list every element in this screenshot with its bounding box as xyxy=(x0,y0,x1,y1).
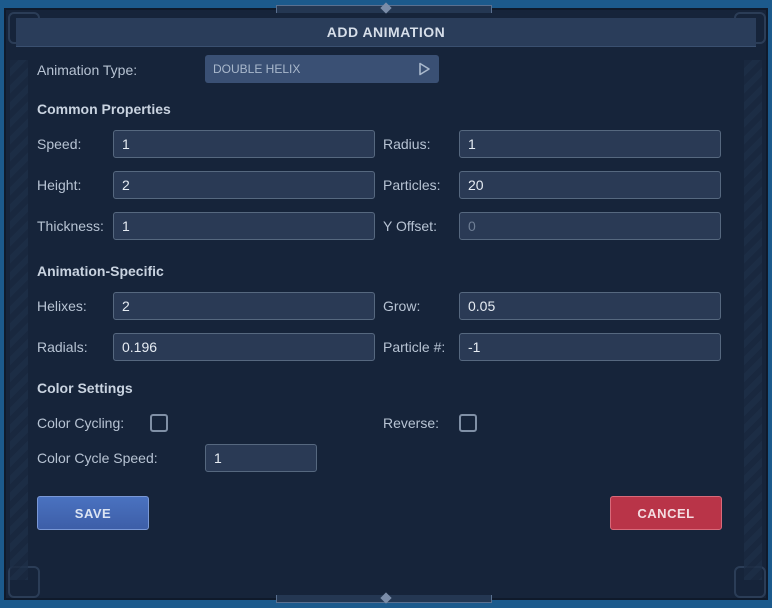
height-label: Height: xyxy=(37,177,82,193)
color-cycle-speed-input[interactable] xyxy=(205,444,317,472)
radius-input[interactable] xyxy=(459,130,721,158)
reverse-checkbox[interactable] xyxy=(459,414,477,432)
animation-type-value: DOUBLE HELIX xyxy=(213,62,301,76)
color-cycling-label: Color Cycling: xyxy=(37,415,125,431)
dialog-header: ADD ANIMATION xyxy=(16,18,756,47)
radials-label: Radials: xyxy=(37,339,88,355)
color-cycle-speed-label: Color Cycle Speed: xyxy=(37,450,158,466)
helixes-input[interactable] xyxy=(113,292,375,320)
thickness-input[interactable] xyxy=(113,212,375,240)
common-properties-heading: Common Properties xyxy=(37,101,171,117)
dialog-title: ADD ANIMATION xyxy=(326,24,446,40)
animation-specific-heading: Animation-Specific xyxy=(37,263,164,279)
speed-label: Speed: xyxy=(37,136,82,152)
animation-type-label: Animation Type: xyxy=(37,62,138,78)
grow-label: Grow: xyxy=(383,298,421,314)
cancel-button[interactable]: CANCEL xyxy=(610,496,722,530)
particle-number-label: Particle #: xyxy=(383,339,446,355)
particles-label: Particles: xyxy=(383,177,441,193)
radius-label: Radius: xyxy=(383,136,431,152)
y-offset-label: Y Offset: xyxy=(383,218,437,234)
right-side-pattern xyxy=(744,60,762,580)
height-input[interactable] xyxy=(113,171,375,199)
grow-input[interactable] xyxy=(459,292,721,320)
helixes-label: Helixes: xyxy=(37,298,87,314)
left-side-pattern xyxy=(10,60,28,580)
reverse-label: Reverse: xyxy=(383,415,440,431)
particle-number-input[interactable] xyxy=(459,333,721,361)
speed-input[interactable] xyxy=(113,130,375,158)
thickness-label: Thickness: xyxy=(37,218,104,234)
color-settings-heading: Color Settings xyxy=(37,380,133,396)
color-cycling-checkbox[interactable] xyxy=(150,414,168,432)
particles-input[interactable] xyxy=(459,171,721,199)
save-button[interactable]: SAVE xyxy=(37,496,149,530)
radials-input[interactable] xyxy=(113,333,375,361)
y-offset-input[interactable] xyxy=(459,212,721,240)
animation-type-select[interactable]: DOUBLE HELIX xyxy=(205,55,439,83)
play-triangle-icon xyxy=(419,62,430,76)
